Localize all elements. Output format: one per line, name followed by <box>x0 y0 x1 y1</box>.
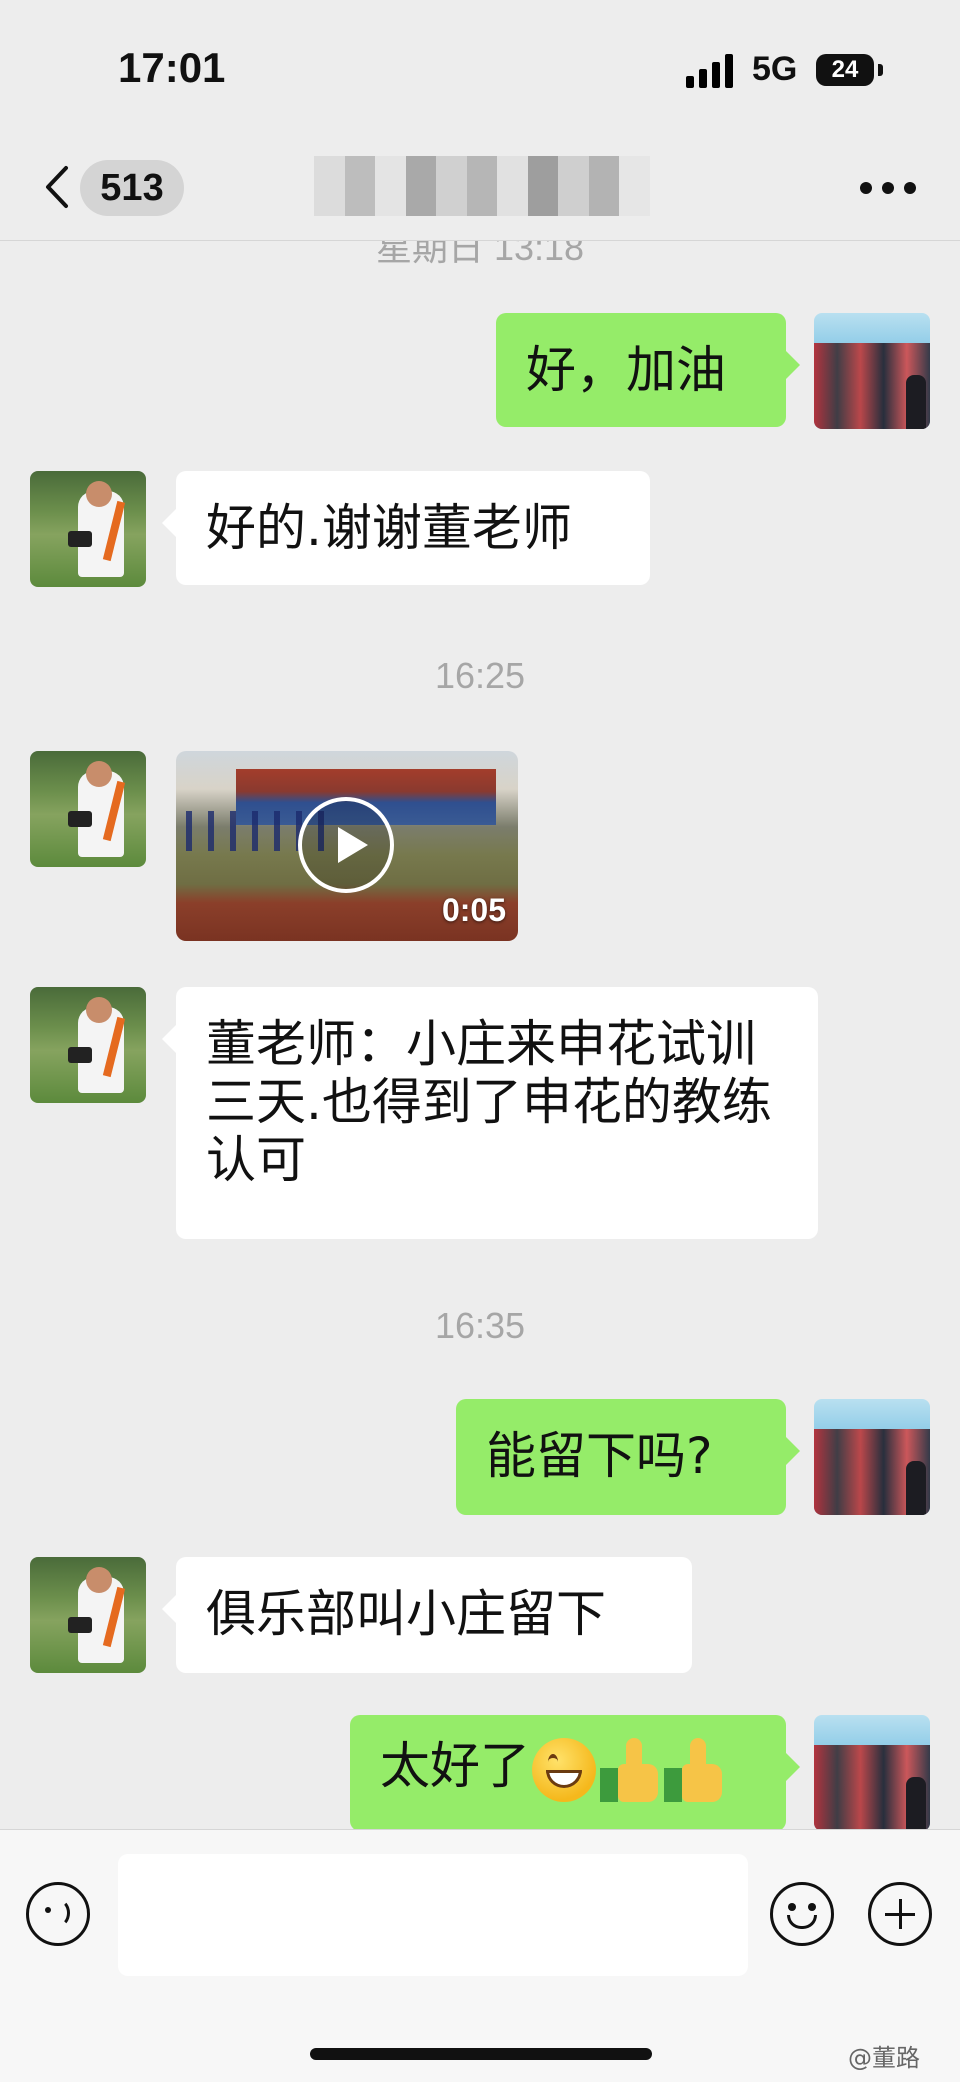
message-input[interactable] <box>118 1854 748 1976</box>
video-message[interactable]: 0:05 <box>176 751 518 941</box>
chat-title-blurred <box>314 156 651 216</box>
thumbs-up-icon <box>664 1737 724 1802</box>
cellular-signal-icon <box>686 54 736 88</box>
more-actions-plus-icon[interactable] <box>868 1882 932 1946</box>
voice-input-icon[interactable] <box>26 1882 90 1946</box>
contact-avatar[interactable] <box>30 1557 146 1673</box>
my-avatar[interactable] <box>814 313 930 429</box>
sent-message[interactable]: 太好了 <box>350 1715 800 1829</box>
message-row-sent: 好，加油 <box>0 313 960 429</box>
network-type: 5G <box>752 50 798 88</box>
message-row-received: 董老师：小庄来申花试训三天.也得到了申花的教练认可 <box>0 987 960 1239</box>
home-indicator[interactable] <box>310 2048 652 2060</box>
sent-message-text: 太好了 <box>380 1737 530 1795</box>
more-options-icon[interactable] <box>860 182 916 196</box>
contact-avatar[interactable] <box>30 751 146 867</box>
message-row-received: 俱乐部叫小庄留下 <box>0 1557 960 1673</box>
sent-message[interactable]: 能留下吗? <box>456 1399 800 1515</box>
battery-tip <box>878 64 883 76</box>
emoji-picker-icon[interactable] <box>770 1882 834 1946</box>
message-row-sent: 太好了 <box>0 1715 960 1829</box>
received-message[interactable]: 好的.谢谢董老师 <box>162 471 650 585</box>
my-avatar[interactable] <box>814 1399 930 1515</box>
received-message[interactable]: 俱乐部叫小庄留下 <box>162 1557 692 1673</box>
message-row-sent: 能留下吗? <box>0 1399 960 1515</box>
play-icon[interactable] <box>298 797 394 893</box>
thumbs-up-icon <box>600 1737 660 1802</box>
back-chevron-icon[interactable] <box>36 162 86 212</box>
status-time: 17:01 <box>118 44 226 91</box>
received-message[interactable]: 董老师：小庄来申花试训三天.也得到了申花的教练认可 <box>162 987 818 1239</box>
my-avatar[interactable] <box>814 1715 930 1829</box>
message-row-received-video: 0:05 <box>0 751 960 941</box>
timestamp: 16:25 <box>434 655 526 696</box>
chat-header: 513 <box>0 140 960 241</box>
battery-icon: 24 <box>816 54 874 86</box>
watermark: @董路 <box>848 2044 920 2072</box>
chat-messages: 星期日 13:18 好，加油 好的.谢谢董老师 16:25 0:05 董老师：小… <box>0 241 960 1829</box>
video-duration: 0:05 <box>441 892 506 928</box>
timestamp-partial: 星期日 13:18 <box>375 241 585 268</box>
message-row-received: 好的.谢谢董老师 <box>0 471 960 587</box>
input-bar: @董路 <box>0 1829 960 2082</box>
timestamp: 16:35 <box>434 1305 526 1346</box>
unread-count-badge[interactable]: 513 <box>80 160 184 216</box>
contact-avatar[interactable] <box>30 471 146 587</box>
grinning-face-icon <box>532 1737 596 1802</box>
sent-message[interactable]: 好，加油 <box>496 313 800 427</box>
contact-avatar[interactable] <box>30 987 146 1103</box>
